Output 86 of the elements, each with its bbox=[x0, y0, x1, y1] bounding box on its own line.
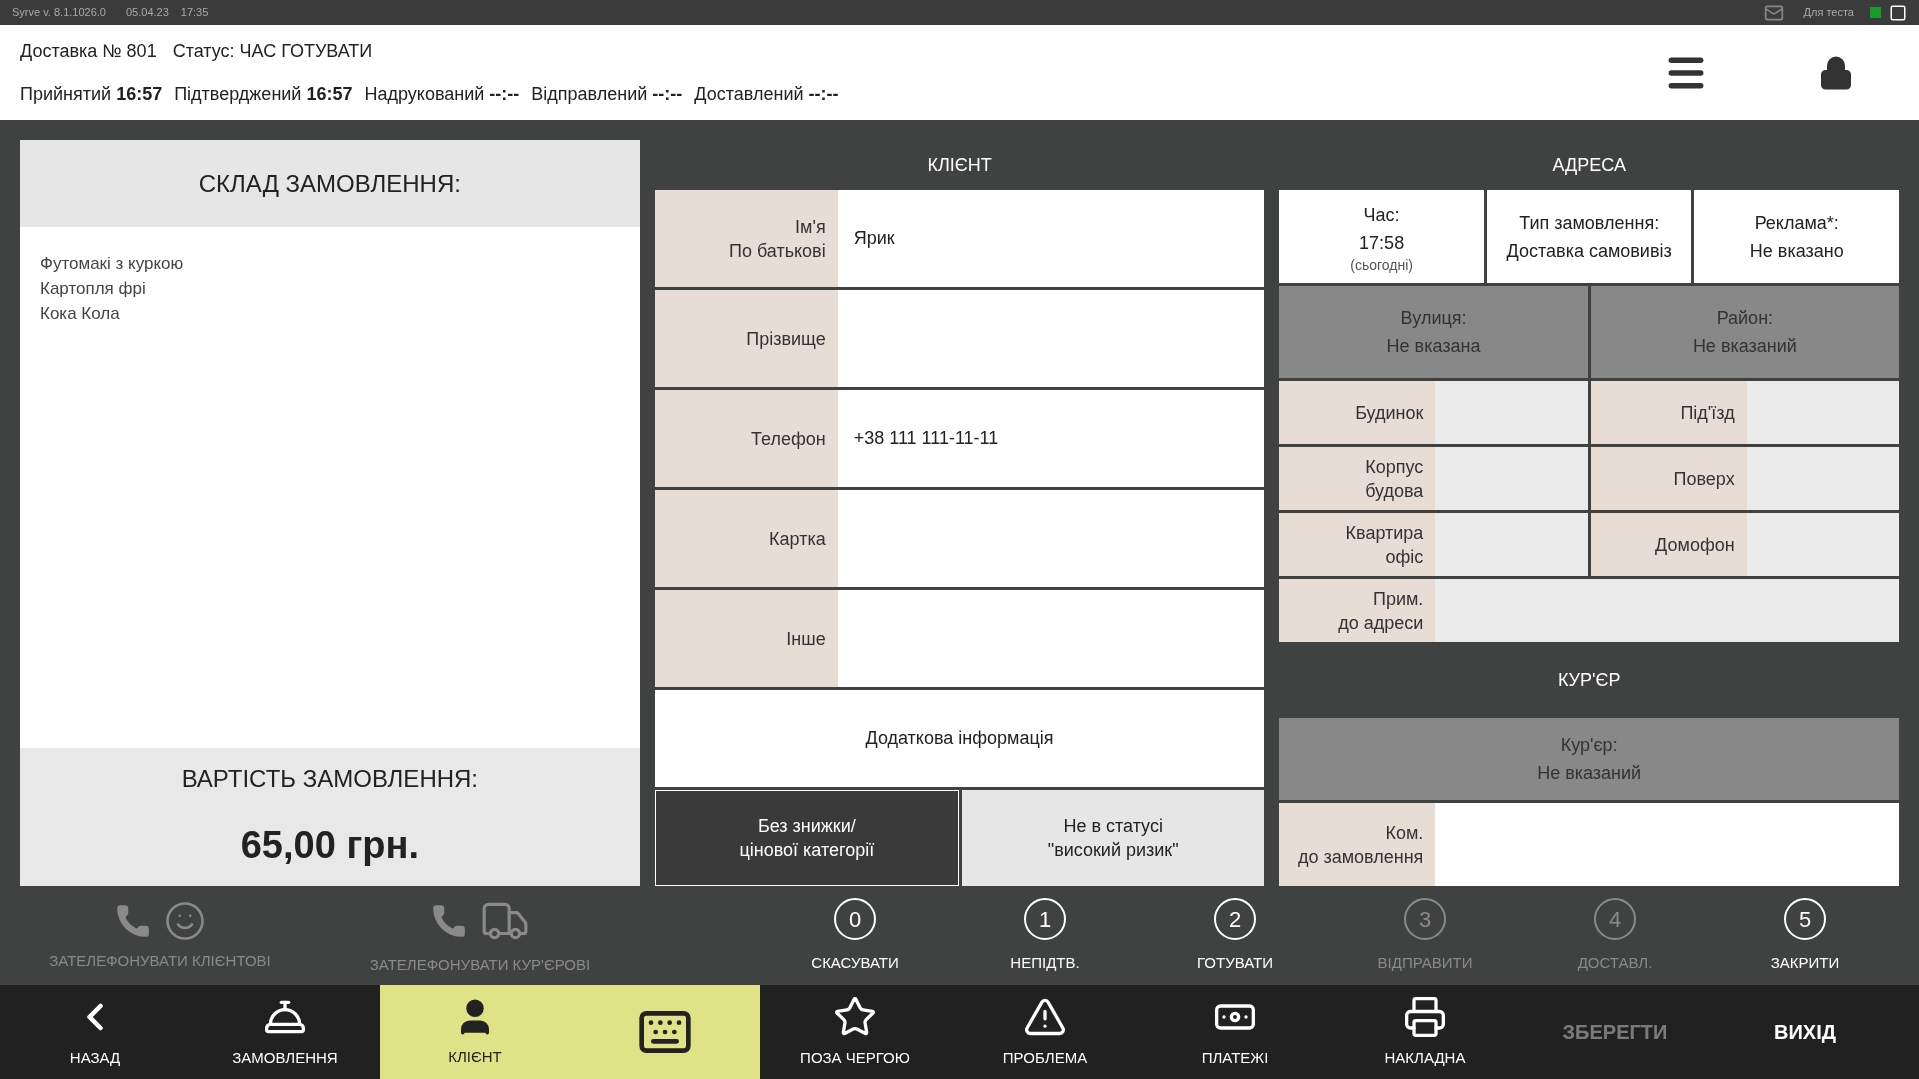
nav-button[interactable]: ПЛАТЕЖІ bbox=[1140, 985, 1330, 1079]
toggle-button[interactable]: Не в статусі "високий ризик" bbox=[962, 790, 1265, 886]
field-label: Поверх bbox=[1590, 447, 1747, 510]
address-selector[interactable]: Район: Не вказаний bbox=[1590, 286, 1900, 378]
order-item[interactable]: Картопля фрі bbox=[40, 276, 620, 301]
field-label: Прим. до адреси bbox=[1279, 579, 1436, 642]
status-text: Статус: ЧАС ГОТУВАТИ bbox=[172, 39, 373, 63]
timestamp-text: Доставлений --:-- bbox=[694, 82, 839, 106]
nav-button[interactable]: НАЗАД bbox=[0, 985, 190, 1079]
summary-button[interactable]: Час: 17:58 (сьогодні) bbox=[1279, 190, 1484, 283]
total-value: 65,00 грн. bbox=[240, 822, 419, 868]
input-field[interactable]: +38 111 111-11-11 bbox=[837, 390, 1265, 487]
input-field[interactable] bbox=[837, 590, 1265, 687]
selector-value: Не вказана bbox=[1386, 335, 1481, 358]
selector-label: Кур'єр: bbox=[1560, 734, 1618, 757]
nav-button[interactable]: НАКЛАДНА bbox=[1330, 985, 1520, 1079]
field-label: Домофон bbox=[1590, 513, 1747, 576]
address-selector[interactable]: Вулиця: Не вказана bbox=[1279, 286, 1588, 378]
field-label: Будинок bbox=[1279, 381, 1436, 444]
timestamp-text: Підтверджений 16:57 bbox=[174, 82, 353, 106]
input-field[interactable] bbox=[1435, 579, 1899, 642]
toggle-button[interactable]: Без знижки/ цінової категорії bbox=[654, 790, 959, 886]
field-label: Картка bbox=[654, 490, 838, 587]
field-label: Ім'я По батькові bbox=[654, 190, 838, 287]
mode-text: Для теста bbox=[1803, 5, 1854, 21]
client-heading: КЛІЄНТ bbox=[926, 153, 993, 177]
field-label: Інше bbox=[654, 590, 838, 687]
date-text: 05.04.23 bbox=[125, 5, 169, 21]
selector-label: Вулиця: bbox=[1400, 307, 1467, 330]
summary-label: Тип замовлення: bbox=[1519, 211, 1660, 235]
summary-label: Реклама*: bbox=[1754, 211, 1839, 235]
order-item[interactable]: Кока Кола bbox=[40, 301, 620, 326]
input-field[interactable] bbox=[1746, 381, 1899, 444]
summary-value: Доставка самовивіз bbox=[1506, 239, 1672, 263]
timestamp-text: Відправлений --:-- bbox=[531, 82, 683, 106]
selector-value: Не вказаний bbox=[1692, 335, 1797, 358]
nav-button[interactable]: ПРОБЛЕМА bbox=[950, 985, 1140, 1079]
summary-value: Не вказано bbox=[1749, 239, 1844, 263]
nav-button[interactable]: КЛІЄНТ bbox=[380, 985, 570, 1079]
input-field[interactable] bbox=[1435, 513, 1588, 576]
timestamp-text: Надрукований --:-- bbox=[364, 82, 520, 106]
order-heading: СКЛАД ЗАМОВЛЕННЯ: bbox=[20, 140, 640, 227]
lock-icon bbox=[1818, 54, 1854, 91]
lock-button[interactable] bbox=[1818, 54, 1854, 91]
summary-button[interactable]: Реклама*: Не вказано bbox=[1694, 190, 1900, 283]
version-text: Syrve v. 8.1.1026.0 bbox=[12, 5, 106, 21]
clock-text: 17:35 bbox=[180, 5, 209, 21]
input-field[interactable] bbox=[1746, 447, 1899, 510]
field-label: Ком. до замовлення bbox=[1279, 803, 1436, 886]
window-icon[interactable] bbox=[1889, 3, 1907, 22]
summary-label: Час: bbox=[1363, 203, 1400, 227]
field-label: Телефон bbox=[654, 390, 838, 487]
address-heading: АДРЕСА bbox=[1551, 153, 1627, 177]
order-item[interactable]: Футомакі з куркою bbox=[40, 251, 620, 276]
input-field[interactable] bbox=[837, 490, 1265, 587]
courier-heading: КУР'ЄР bbox=[1556, 668, 1622, 692]
status-button[interactable]: 5 ЗАКРИТИ bbox=[1710, 888, 1900, 985]
keyboard-button[interactable] bbox=[570, 985, 760, 1079]
status-button[interactable]: 1 НЕПІДТВ. bbox=[950, 888, 1140, 985]
smiley-icon bbox=[164, 900, 206, 943]
nav-button[interactable]: ПОЗА ЧЕРГОЮ bbox=[760, 985, 950, 1079]
summary-note: (сьогодні) bbox=[1350, 256, 1413, 273]
selector-value: Не вказаний bbox=[1537, 762, 1642, 785]
order-title: Доставка № 801 bbox=[20, 39, 157, 63]
input-field[interactable] bbox=[1435, 803, 1899, 886]
nav-button[interactable]: ВИХІД bbox=[1710, 985, 1900, 1079]
field-label: Прізвище bbox=[654, 290, 838, 387]
total-label: ВАРТІСТЬ ЗАМОВЛЕННЯ: bbox=[181, 763, 479, 794]
printer-icon bbox=[1403, 994, 1447, 1039]
input-field[interactable] bbox=[1746, 513, 1899, 576]
field-label: Корпус будова bbox=[1279, 447, 1436, 510]
field-label: Під'їзд bbox=[1590, 381, 1747, 444]
status-button[interactable]: 2 ГОТУВАТИ bbox=[1140, 888, 1330, 985]
selector-label: Район: bbox=[1716, 307, 1774, 330]
timestamp-text: Прийнятий 16:57 bbox=[20, 82, 163, 106]
courier-selector[interactable]: Кур'єр: Не вказаний bbox=[1279, 718, 1899, 800]
summary-value: 17:58 bbox=[1359, 231, 1405, 255]
input-field[interactable]: Ярик bbox=[837, 190, 1265, 287]
extra-info-button[interactable]: Додаткова інформація bbox=[654, 690, 1265, 787]
input-field[interactable] bbox=[837, 290, 1265, 387]
input-field[interactable] bbox=[1435, 447, 1588, 510]
summary-button[interactable]: Тип замовлення: Доставка самовивіз bbox=[1486, 190, 1692, 283]
input-field[interactable] bbox=[1435, 381, 1588, 444]
nav-button[interactable]: ЗАМОВЛЕННЯ bbox=[190, 985, 380, 1079]
status-button[interactable]: 0 СКАСУВАТИ bbox=[760, 888, 950, 985]
field-label: Квартира офіс bbox=[1279, 513, 1436, 576]
